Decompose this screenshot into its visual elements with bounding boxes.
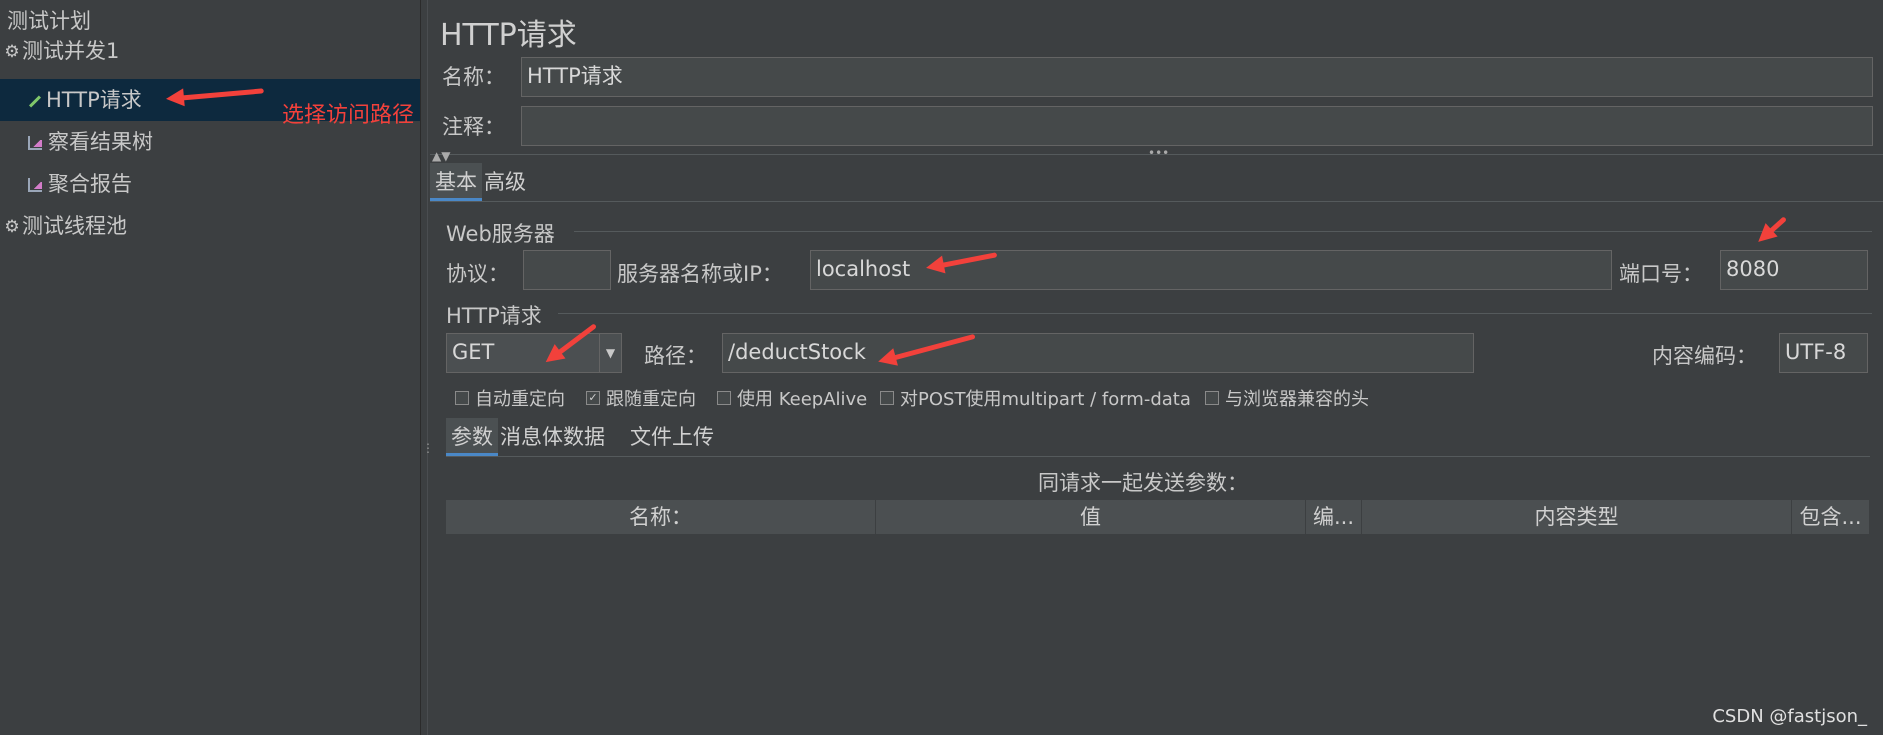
name-field[interactable]: HTTP请求 xyxy=(521,57,1873,97)
method-value: GET xyxy=(452,340,495,364)
divider xyxy=(558,313,1872,314)
chevron-down-icon[interactable]: ▼ xyxy=(599,334,621,372)
tab-basic[interactable]: 基本 xyxy=(430,163,482,201)
port-label: 端口号： xyxy=(1619,262,1703,286)
path-label: 路径： xyxy=(644,344,707,368)
option-label: 与浏览器兼容的头 xyxy=(1225,389,1369,410)
tree-item-thread-group-1[interactable]: ⚙ 测试并发1 xyxy=(0,30,119,72)
option-label: 跟随重定向 xyxy=(606,389,696,410)
web-server-section-title: Web服务器 xyxy=(446,222,555,246)
gear-icon: ⚙ xyxy=(4,42,20,62)
option-auto-redirect[interactable]: 自动重定向 xyxy=(455,385,565,411)
column-header-value[interactable]: 值 xyxy=(876,500,1306,534)
path-field[interactable]: /deductStock xyxy=(722,333,1474,373)
panel-splitter[interactable]: ⋮ xyxy=(420,0,434,735)
resize-grip-icon[interactable]: ••• xyxy=(1148,146,1169,160)
chart-icon xyxy=(28,178,42,192)
tree-item-label: 测试并发1 xyxy=(22,39,120,63)
test-plan-tree: 测试计划 ⚙ 测试并发1 HTTP请求 察看结果树 聚合报告 ⚙ 测试线程池 选择访… xyxy=(0,0,420,735)
tree-item-view-results-tree[interactable]: 察看结果树 xyxy=(0,121,153,163)
method-select[interactable]: GET ▼ xyxy=(446,333,622,373)
tab-file-upload[interactable]: 文件上传 xyxy=(625,418,719,456)
column-header-name[interactable]: 名称： xyxy=(446,500,876,534)
option-browser-compatible-headers[interactable]: 与浏览器兼容的头 xyxy=(1205,385,1369,411)
annotation-arrow xyxy=(1764,216,1787,238)
divider xyxy=(574,231,1872,232)
chart-icon xyxy=(28,136,42,150)
checkbox[interactable] xyxy=(880,391,894,405)
column-header-content-type[interactable]: 内容类型 xyxy=(1362,500,1792,534)
option-label: 使用 KeepAlive xyxy=(737,389,868,410)
option-label: 自动重定向 xyxy=(475,389,565,410)
annotation-text: 选择访问路径 xyxy=(282,103,415,128)
tab-parameters[interactable]: 参数 xyxy=(446,418,498,456)
http-request-section-title: HTTP请求 xyxy=(446,304,542,328)
port-field[interactable]: 8080 xyxy=(1720,250,1868,290)
column-header-encode[interactable]: 编... xyxy=(1306,500,1362,534)
collapse-icon[interactable]: ▲▼ xyxy=(432,149,450,163)
option-label: 对POST使用multipart / form-data xyxy=(900,389,1191,410)
gear-icon: ⚙ xyxy=(4,217,20,237)
name-label: 名称： xyxy=(442,65,505,89)
option-follow-redirect[interactable]: ✓ 跟随重定向 xyxy=(586,385,696,411)
comment-label: 注释： xyxy=(442,115,505,139)
tree-item-label: 测试线程池 xyxy=(22,214,127,238)
protocol-field[interactable] xyxy=(523,250,611,290)
option-keepalive[interactable]: 使用 KeepAlive xyxy=(717,385,867,411)
option-multipart[interactable]: 对POST使用multipart / form-data xyxy=(880,385,1191,411)
checkbox[interactable] xyxy=(1205,391,1219,405)
checkbox-checked[interactable]: ✓ xyxy=(586,391,600,405)
tree-item-label: 聚合报告 xyxy=(48,172,132,196)
content-encoding-label: 内容编码： xyxy=(1652,344,1757,368)
parameters-table-header: 名称： 值 编... 内容类型 包含... xyxy=(446,500,1870,534)
divider xyxy=(446,456,1870,457)
server-name-label: 服务器名称或IP： xyxy=(617,262,783,286)
tree-item-aggregate-report[interactable]: 聚合报告 xyxy=(0,163,132,205)
column-header-include[interactable]: 包含... xyxy=(1792,500,1870,534)
protocol-label: 协议： xyxy=(446,262,509,286)
divider xyxy=(430,201,1883,202)
tree-item-thread-pool[interactable]: ⚙ 测试线程池 xyxy=(0,205,127,247)
tab-body-data[interactable]: 消息体数据 xyxy=(495,418,610,456)
tab-advanced[interactable]: 高级 xyxy=(479,163,531,201)
http-request-panel: HTTP请求 名称： HTTP请求 注释： ▲▼ ••• 基本 高级 Web服务… xyxy=(430,0,1883,735)
watermark: CSDN @fastjson_ xyxy=(1712,706,1867,727)
checkbox[interactable] xyxy=(717,391,731,405)
checkbox[interactable] xyxy=(455,391,469,405)
parameters-caption: 同请求一起发送参数： xyxy=(1038,471,1248,495)
tree-item-label: 察看结果树 xyxy=(48,130,153,154)
tree-item-label: HTTP请求 xyxy=(46,88,142,112)
content-encoding-field[interactable]: UTF-8 xyxy=(1779,333,1868,373)
comment-field[interactable] xyxy=(521,106,1873,146)
pencil-icon xyxy=(26,94,40,108)
page-title: HTTP请求 xyxy=(440,18,577,53)
